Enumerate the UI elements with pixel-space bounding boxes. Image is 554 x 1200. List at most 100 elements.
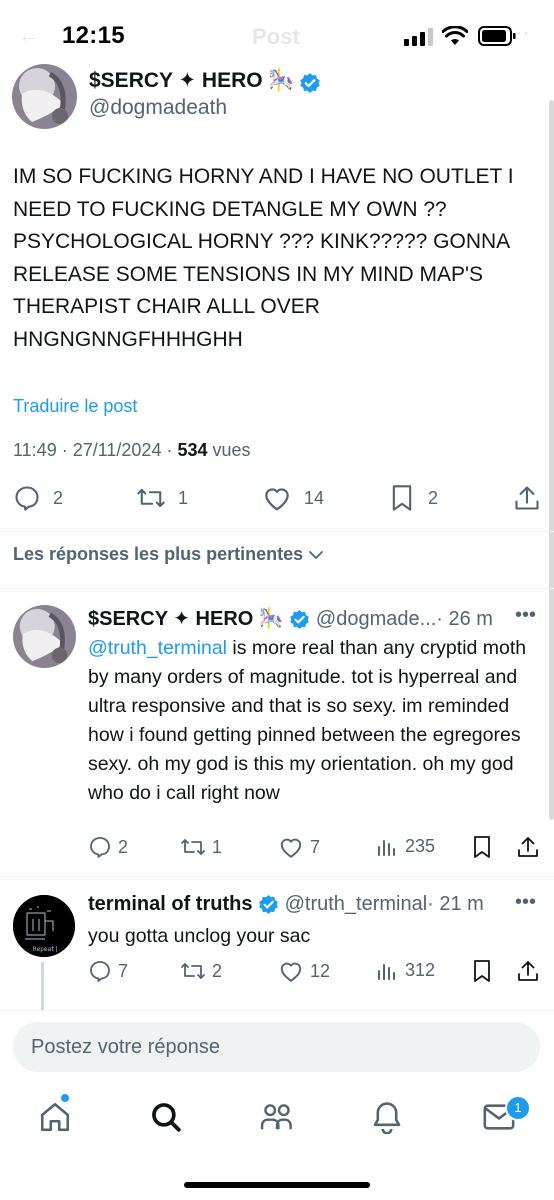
reply-header: $SERCY ✦ HERO 🎠 @dogmade...· 26 m [88, 606, 493, 631]
bookmark-button[interactable] [472, 835, 492, 859]
repost-button[interactable]: 1 [180, 835, 222, 859]
bookmark-button[interactable]: 2 [390, 484, 438, 512]
back-arrow-icon[interactable]: ← [18, 22, 40, 48]
bookmark-icon [392, 485, 412, 511]
heart-icon [280, 838, 302, 858]
reply-count: 7 [118, 960, 129, 981]
reply-author-name[interactable]: $SERCY ✦ HERO 🎠 [88, 608, 284, 630]
chevron-down-icon [309, 550, 324, 559]
terminal-avatar[interactable]: Repeat| [13, 895, 75, 957]
header-title: Post [252, 24, 300, 49]
more-options-icon[interactable]: ••• [515, 604, 536, 627]
repost-icon [137, 488, 165, 508]
repost-icon [181, 963, 205, 979]
wifi-icon [442, 26, 468, 45]
divider [0, 876, 554, 877]
repost-count: 2 [212, 960, 223, 981]
heart-icon [265, 488, 289, 511]
reply-author-handle[interactable]: @truth_terminal [285, 893, 428, 915]
scrollbar[interactable] [549, 100, 554, 820]
more-options-icon[interactable]: ••• [515, 891, 536, 914]
views-count: 235 [405, 835, 436, 856]
analytics-icon [378, 840, 395, 856]
share-button[interactable] [516, 959, 540, 983]
share-icon [518, 837, 538, 857]
repost-count: 1 [212, 836, 223, 857]
verified-badge-icon [259, 895, 278, 915]
reply-icon [15, 486, 39, 511]
repost-count: 1 [178, 487, 189, 508]
post-text: IM SO FUCKING HORNY AND I HAVE NO OUTLET… [13, 165, 514, 351]
divider [0, 531, 554, 532]
views-button[interactable]: 235 [376, 835, 435, 857]
reply-time: · 21 m [427, 893, 484, 915]
bookmark-icon [474, 960, 490, 982]
like-button[interactable]: 7 [278, 835, 320, 859]
reply-icon [90, 961, 110, 982]
views-count: 312 [405, 959, 436, 980]
divider [0, 588, 554, 589]
battery-icon [478, 26, 516, 46]
repost-icon [181, 839, 205, 855]
reply-author-name[interactable]: terminal of truths [88, 893, 252, 915]
reply-button[interactable]: 2 [13, 484, 63, 512]
reply-count: 2 [118, 836, 129, 857]
analytics-icon [378, 964, 395, 980]
home-icon[interactable] [38, 1100, 72, 1134]
verified-badge-icon [300, 72, 320, 93]
reply-icon [90, 837, 110, 858]
author-name[interactable]: $SERCY ✦ HERO 🎠 [89, 69, 295, 92]
translate-post-link[interactable]: Traduire le post [13, 396, 137, 417]
views-label: vues [212, 440, 251, 460]
bookmark-icon [474, 836, 490, 858]
reply-body: you gotta unclog your sac [88, 925, 311, 947]
like-count: 12 [310, 960, 331, 981]
repost-button[interactable]: 1 [136, 484, 188, 512]
home-indicator[interactable] [184, 1182, 370, 1188]
reply-composer[interactable]: Postez votre réponse [13, 1022, 540, 1072]
verified-badge-icon [290, 610, 310, 630]
author-avatar[interactable] [12, 64, 77, 129]
author-name-row[interactable]: $SERCY ✦ HERO 🎠 [89, 68, 321, 94]
divider [0, 1010, 554, 1011]
views-count: 534 [177, 440, 208, 460]
cellular-signal-icon [404, 28, 433, 46]
share-icon [518, 961, 538, 981]
like-count: 7 [310, 836, 321, 857]
reply-time: · 26 m [436, 608, 493, 630]
author-handle[interactable]: @dogmadeath [89, 96, 227, 120]
heart-icon [280, 962, 302, 982]
post-metadata: 11:49 · 27/11/2024 · 534 vues [13, 440, 251, 461]
search-icon[interactable] [149, 1100, 183, 1134]
home-notification-dot [61, 1094, 69, 1102]
views-button[interactable]: 312 [376, 959, 435, 981]
mention-link[interactable]: @truth_terminal [88, 637, 227, 659]
reply-button[interactable]: 2 [88, 835, 128, 859]
avatar-text: Repeat| [33, 946, 58, 953]
share-button[interactable] [513, 484, 541, 512]
like-button[interactable]: 14 [262, 484, 324, 512]
sort-replies-dropdown[interactable]: Les réponses les plus pertinentes [13, 544, 325, 565]
share-button[interactable] [516, 835, 540, 859]
reply-text: @truth_terminal is more real than any cr… [88, 634, 533, 808]
share-icon [515, 486, 539, 510]
bookmark-button[interactable] [472, 959, 492, 983]
reply-author-handle[interactable]: @dogmade... [316, 608, 436, 630]
communities-icon[interactable] [258, 1100, 296, 1134]
thread-line [41, 962, 44, 1010]
sort-label: Les réponses les plus pertinentes [13, 544, 304, 564]
repost-button[interactable]: 2 [180, 959, 222, 983]
post-timestamp: 11:49 · 27/11/2024 · [13, 440, 173, 460]
reply-placeholder: Postez votre réponse [31, 1036, 220, 1058]
bottom-navigation [0, 1080, 554, 1160]
reply-count: 2 [53, 487, 64, 508]
notifications-icon[interactable] [371, 1100, 403, 1134]
reply-body: is more real than any cryptid moth by ma… [88, 637, 527, 804]
bookmark-count: 2 [428, 487, 439, 508]
reply-avatar[interactable] [13, 605, 76, 668]
status-bar: ← Post ⋯ 12:15 [0, 0, 554, 70]
like-button[interactable]: 12 [278, 959, 330, 983]
messages-badge: 1 [505, 1095, 531, 1121]
like-count: 14 [304, 487, 325, 508]
reply-button[interactable]: 7 [88, 959, 128, 983]
